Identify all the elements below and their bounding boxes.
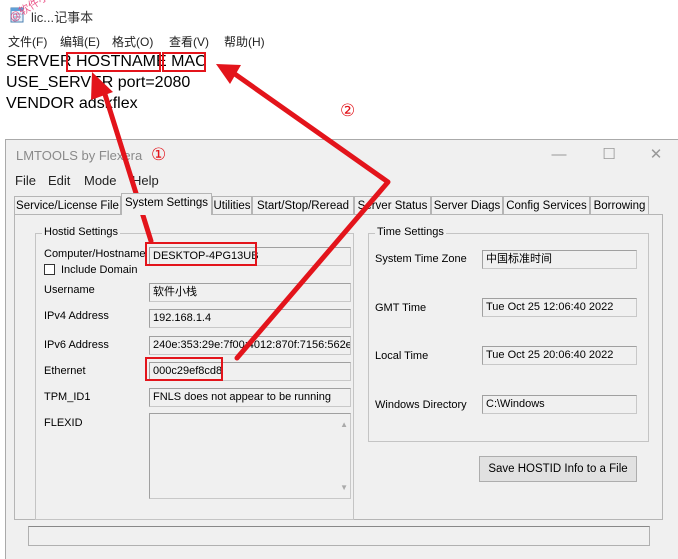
annotation-arrows	[91, 64, 391, 361]
arrow-1-head	[91, 72, 113, 100]
arrow-1-shaft	[100, 85, 154, 244]
tab-system-settings[interactable]: System Settings	[121, 193, 212, 215]
arrow-2-shaft	[229, 69, 391, 361]
